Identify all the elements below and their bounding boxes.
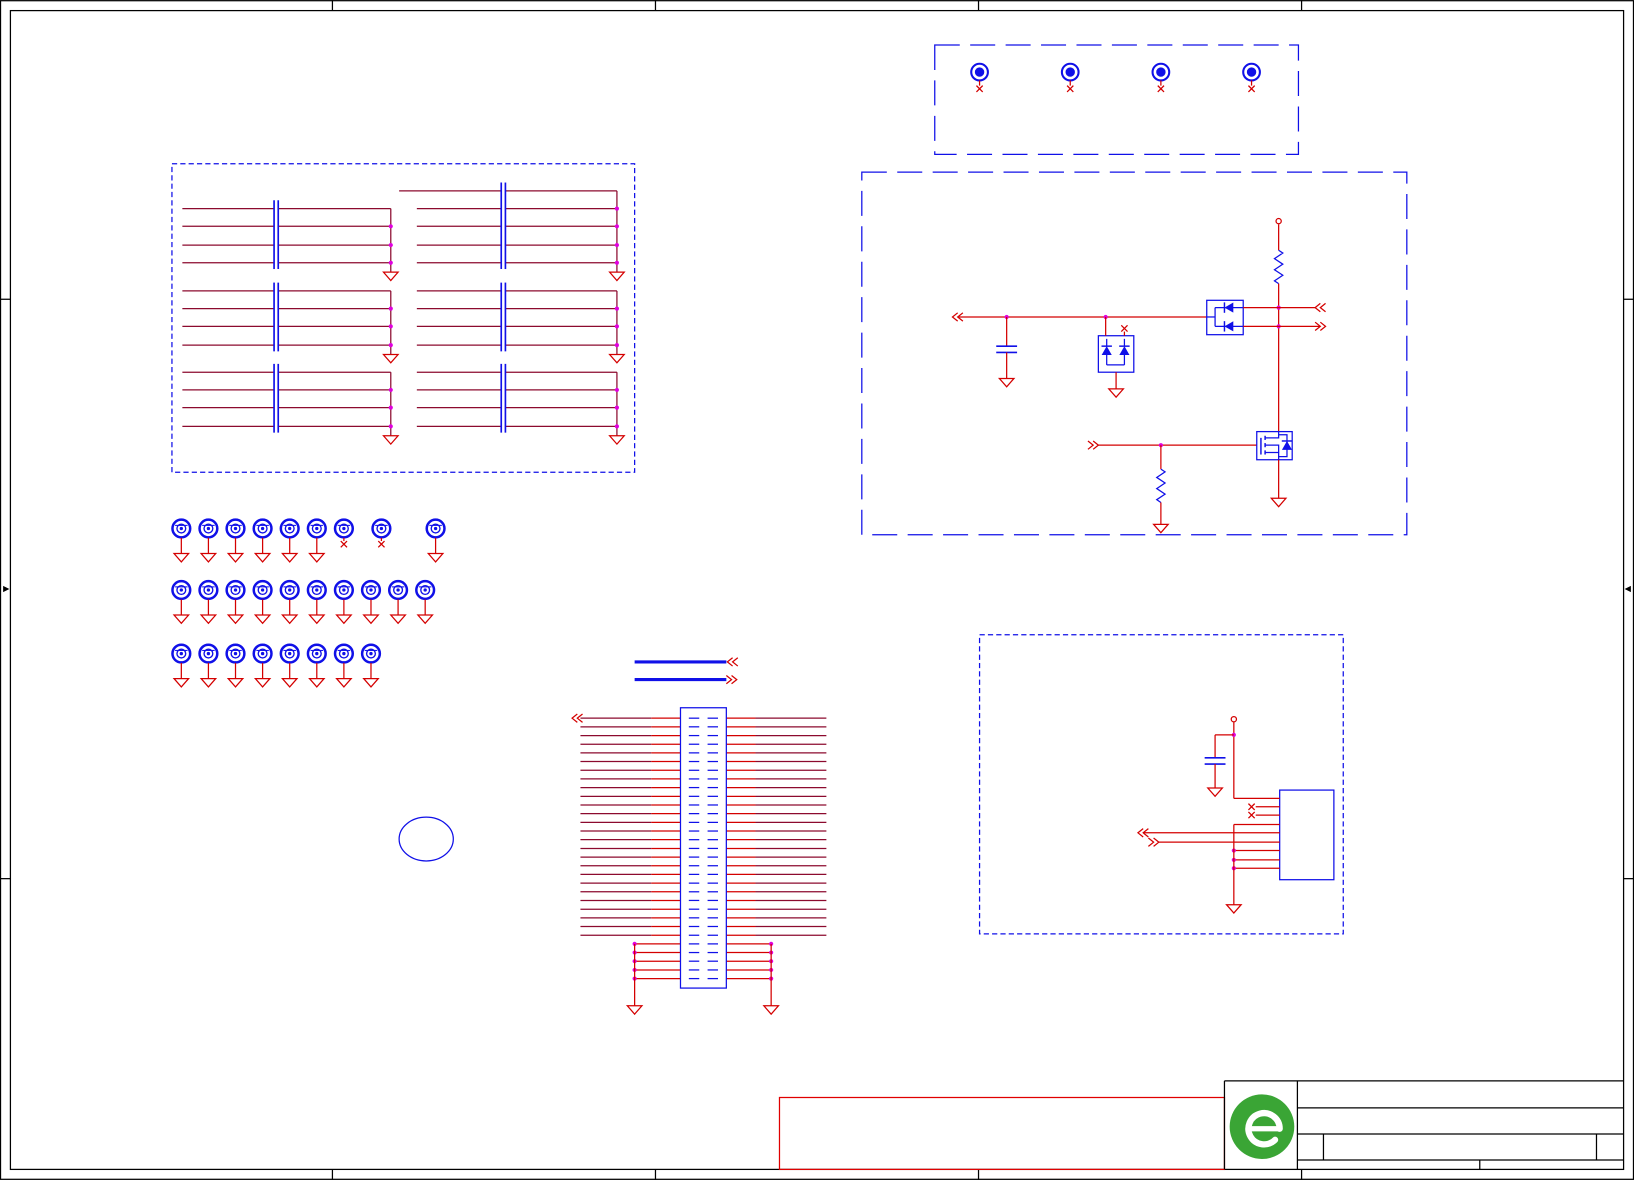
junction-dot [388, 424, 393, 429]
junction-dot [388, 324, 393, 329]
mounting-hole-center [1246, 67, 1257, 77]
power-port-circle [1275, 217, 1282, 225]
fiducial-center [206, 526, 211, 531]
fiducial-center [433, 526, 438, 531]
fiducial-center [315, 651, 319, 656]
fiducial-center [233, 588, 238, 592]
junction-dot [388, 387, 393, 393]
fiducial-center [260, 526, 265, 531]
fiducial-center [315, 588, 319, 592]
junction-dot [614, 424, 620, 429]
junction-dot [614, 306, 620, 311]
junction-dot [614, 224, 620, 229]
power-port-icon [1275, 217, 1282, 225]
fiducial-center [233, 651, 238, 656]
fiducial-center [288, 588, 292, 592]
fiducial-center [396, 588, 400, 592]
mounting-hole-center [974, 67, 985, 77]
junction-dot [614, 387, 620, 393]
fiducial-center [233, 526, 238, 531]
mounting-hole-center [1156, 67, 1166, 77]
fiducial-center [206, 588, 211, 592]
fiducial-center [342, 588, 346, 592]
fiducial-center [288, 526, 292, 531]
fiducial-center [179, 526, 183, 531]
junction-dot [614, 405, 620, 410]
junction-dot [614, 260, 620, 265]
fiducial-center [206, 651, 211, 656]
junction-dot [388, 242, 393, 248]
fiducial-center [179, 588, 183, 592]
junction-dot [388, 224, 393, 229]
fiducial-center [342, 526, 346, 531]
mounting-hole-center [1065, 67, 1075, 77]
junction-dot [614, 206, 620, 211]
junction-dot [388, 260, 393, 265]
power-port-icon [1230, 715, 1238, 723]
fiducial-center [288, 651, 292, 656]
fiducial-center [369, 588, 373, 592]
fiducial-center [369, 651, 373, 656]
schematic-sheet [0, 0, 1634, 1180]
junction-dot [614, 242, 620, 248]
fiducial-center [260, 651, 265, 656]
junction-dot [614, 324, 620, 329]
power-port-circle [1230, 715, 1238, 723]
fiducial-center [379, 526, 384, 531]
fiducial-center [315, 526, 319, 531]
junction-dot [388, 405, 393, 410]
fiducial-center [179, 651, 183, 656]
fiducial-center [260, 588, 265, 592]
fiducial-center [342, 651, 346, 656]
junction-dot [614, 343, 620, 348]
company-logo-icon [1229, 1094, 1295, 1159]
fiducial-center [423, 588, 427, 592]
junction-dot [388, 306, 393, 311]
junction-dot [388, 343, 393, 348]
